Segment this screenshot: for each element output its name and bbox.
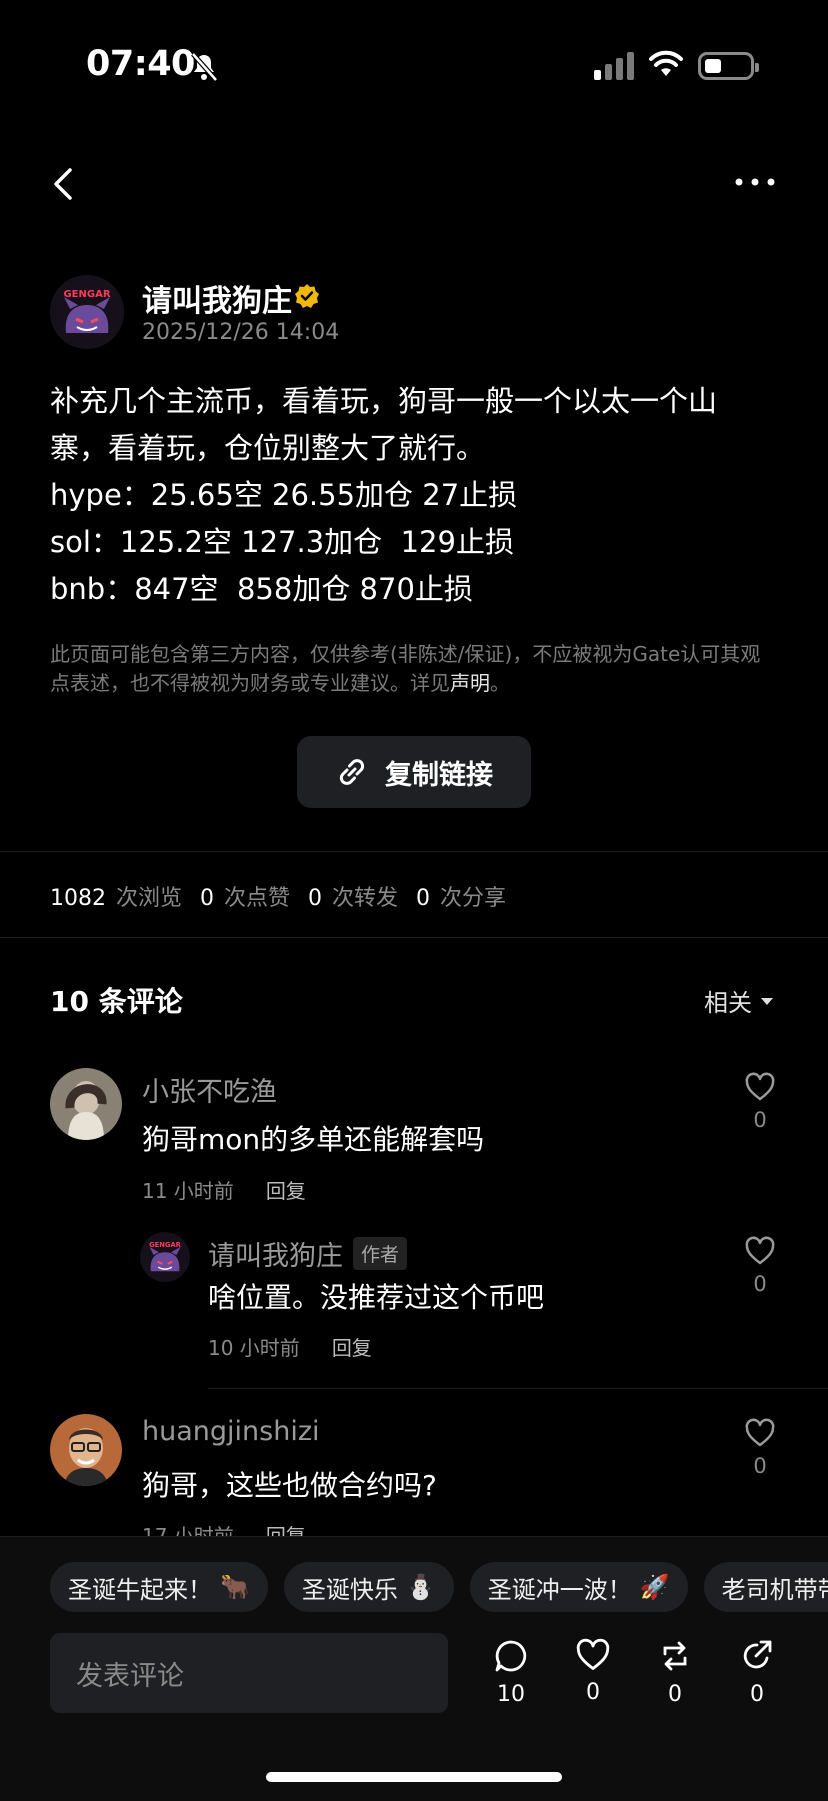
likes-action-count: 0 (586, 1680, 600, 1705)
comment-time: 10 小时前 (208, 1336, 300, 1360)
more-options-icon[interactable] (734, 168, 776, 196)
like-count: 0 (753, 1108, 767, 1132)
heart-icon (745, 1418, 775, 1447)
repost-icon (663, 1641, 687, 1671)
reply-header: 请叫我狗庄 作者 (208, 1234, 408, 1273)
repost-action-button[interactable]: 0 (653, 1638, 697, 1707)
shares-count: 0 (416, 886, 431, 911)
reply-button[interactable]: 回复 (266, 1175, 306, 1204)
share-action-button[interactable]: 0 (735, 1638, 779, 1707)
author-name[interactable]: 请叫我狗庄 (142, 276, 292, 320)
post-line: bnb：847空 858加仓 870止损 (50, 572, 473, 606)
reply-button[interactable]: 回复 (332, 1332, 372, 1361)
like-action-button[interactable]: 0 (571, 1638, 615, 1705)
silent-bell-icon (191, 52, 218, 82)
reposts-count: 0 (308, 886, 323, 911)
chip-label: 圣诞快乐 (301, 1575, 398, 1604)
heart-icon (576, 1638, 610, 1670)
comment-like-button[interactable]: 0 (742, 1418, 778, 1478)
chip-label: 圣诞冲一波！ (487, 1575, 632, 1604)
home-indicator (266, 1772, 562, 1782)
battery-icon (698, 52, 759, 80)
comment-time: 11 小时前 (142, 1179, 234, 1203)
views-label: 次浏览 (116, 886, 183, 911)
shares-action-count: 0 (750, 1682, 764, 1707)
comment-text: 啥位置。没推荐过这个币吧 (208, 1281, 545, 1314)
copy-link-label: 复制链接 (385, 759, 493, 791)
commenter-avatar[interactable] (50, 1068, 122, 1140)
divider (0, 851, 828, 852)
likes-count: 0 (200, 886, 215, 911)
caret-down-icon (761, 997, 773, 1005)
commenter-avatar[interactable] (50, 1414, 122, 1486)
cell-signal-icon (594, 52, 634, 80)
disclaimer-text: 此页面可能包含第三方内容，仅供参考(非陈述/保证)，不应被视为Gate认可其观点… (50, 642, 761, 695)
verified-badge-icon (295, 284, 319, 308)
chip-emoji: 🚀 (639, 1573, 670, 1601)
author-tag: 作者 (353, 1237, 408, 1270)
post-line: sol：125.2空 127.3加仓 129止损 (50, 525, 514, 559)
reposts-action-count: 0 (668, 1682, 682, 1707)
link-icon (339, 759, 365, 785)
status-time: 07:40 (86, 44, 195, 84)
reposts-label: 次转发 (332, 886, 399, 911)
post-stats: 1082 次浏览 0 次点赞 0 次转发 0 次分享 (50, 880, 506, 912)
author-avatar[interactable]: GENGAR (50, 275, 124, 349)
comment-divider (208, 1388, 828, 1389)
divider (0, 937, 828, 938)
comment-like-button[interactable]: 0 (742, 1236, 778, 1296)
svg-text:GENGAR: GENGAR (149, 1241, 182, 1249)
likes-label: 次点赞 (224, 886, 291, 911)
heart-icon (745, 1072, 775, 1101)
reply-author-avatar[interactable]: GENGAR (140, 1232, 190, 1282)
quick-reply-chip[interactable]: 圣诞快乐 ⛄ (283, 1562, 454, 1612)
quick-reply-chip[interactable]: 老司机带带 (703, 1562, 828, 1612)
disclaimer: 此页面可能包含第三方内容，仅供参考(非陈述/保证)，不应被视为Gate认可其观点… (50, 640, 780, 698)
post-line: 补充几个主流币，看着玩，狗哥一般一个以太一个山 (50, 384, 718, 418)
sort-label: 相关 (704, 989, 752, 1017)
commenter-name[interactable]: 请叫我狗庄 (208, 1234, 343, 1273)
quick-reply-chip[interactable]: 圣诞牛起来！ 🐂 (50, 1562, 268, 1612)
copy-link-button[interactable]: 复制链接 (297, 736, 531, 808)
post-line: 寨，看着玩，仓位别整大了就行。 (50, 431, 486, 465)
commenter-name[interactable]: huangjinshizi (142, 1416, 320, 1447)
post-content: 补充几个主流币，看着玩，狗哥一般一个以太一个山 寨，看着玩，仓位别整大了就行。 … (50, 378, 780, 613)
share-icon (743, 1640, 772, 1669)
comments-action-count: 10 (497, 1682, 525, 1707)
disclaimer-end: 。 (490, 671, 510, 695)
commenter-name[interactable]: 小张不吃渔 (142, 1070, 277, 1109)
chip-emoji: ⛄ (405, 1573, 436, 1601)
shares-label: 次分享 (440, 886, 507, 911)
comment-input-placeholder: 发表评论 (76, 1660, 184, 1692)
post-line: hype：25.65空 26.55加仓 27止损 (50, 478, 518, 512)
comment-meta: 10 小时前 回复 (208, 1332, 372, 1361)
comment-bubble-icon (495, 1640, 527, 1672)
quick-reply-chip[interactable]: 圣诞冲一波！ 🚀 (469, 1562, 688, 1612)
quick-reply-chips: 圣诞牛起来！ 🐂 圣诞快乐⛄ 圣诞冲一波！🚀 老司机带带 (50, 1562, 828, 1612)
comment-text: 狗哥mon的多单还能解套吗 (142, 1123, 485, 1156)
like-count: 0 (753, 1272, 767, 1296)
views-count: 1082 (50, 886, 106, 911)
chip-label: 老司机带带 (721, 1575, 828, 1604)
svg-text:GENGAR: GENGAR (63, 289, 110, 300)
back-arrow-icon[interactable] (46, 164, 86, 204)
wifi-icon (649, 50, 683, 76)
chip-emoji: 🐂 (220, 1573, 250, 1601)
comment-input[interactable]: 发表评论 (50, 1633, 448, 1713)
comment-like-button[interactable]: 0 (742, 1072, 778, 1132)
comments-action-button[interactable]: 10 (489, 1638, 533, 1707)
post-date: 2025/12/26 14:04 (142, 320, 340, 345)
comments-sort-dropdown[interactable]: 相关 (704, 983, 774, 1018)
like-count: 0 (753, 1454, 767, 1478)
disclaimer-link[interactable]: 声明 (450, 671, 490, 695)
comment-meta: 11 小时前 回复 (142, 1175, 306, 1204)
comments-count-title: 10 条评论 (50, 985, 183, 1018)
chip-label: 圣诞牛起来！ (68, 1575, 212, 1604)
heart-icon (745, 1236, 775, 1265)
comment-text: 狗哥，这些也做合约吗? (142, 1469, 437, 1502)
